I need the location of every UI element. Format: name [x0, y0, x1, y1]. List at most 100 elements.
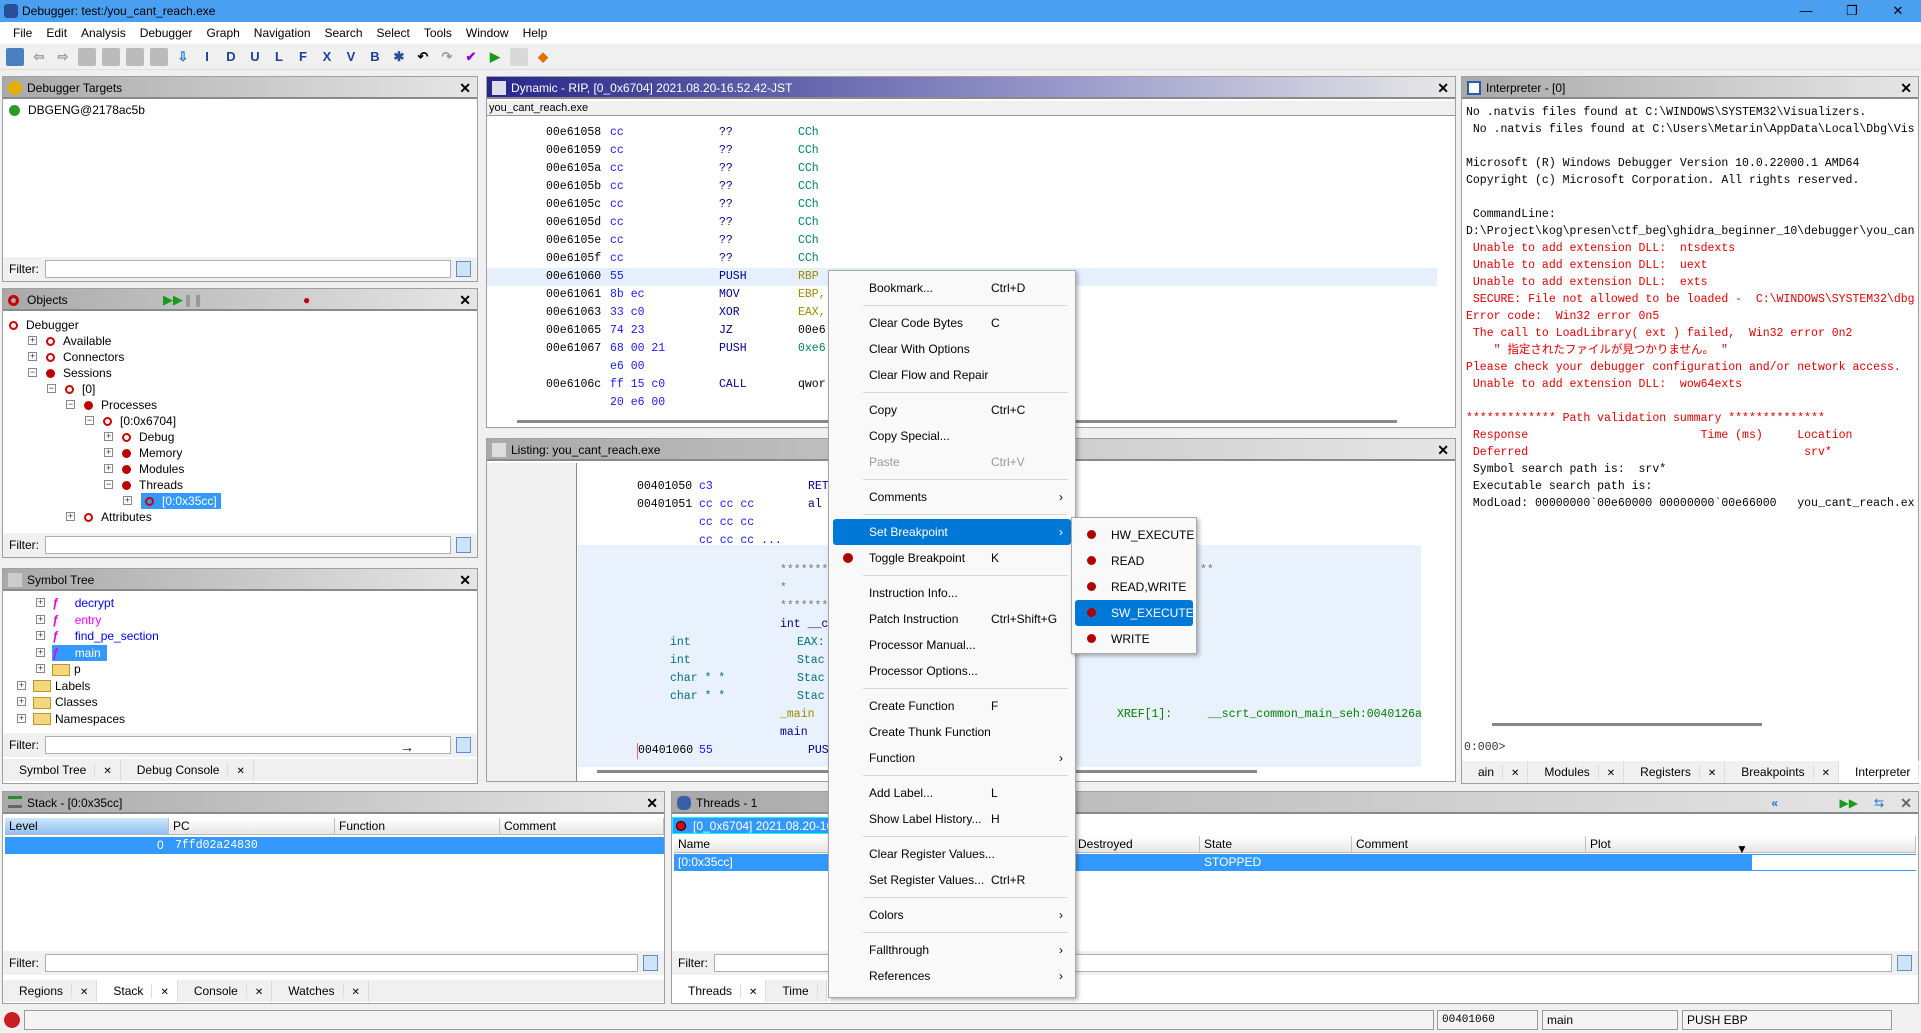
menu-item-paste[interactable]: Paste Ctrl+V [833, 449, 1071, 475]
close-icon[interactable]: ✕ [459, 77, 471, 99]
menu-item-patch-instruction[interactable]: Patch Instruction Ctrl+Shift+G [833, 606, 1071, 632]
filter-input[interactable] [45, 536, 451, 554]
expand-toggle[interactable]: + [36, 614, 45, 624]
resume-icon[interactable]: ▶▶ [1840, 792, 1858, 814]
close-tab-icon[interactable]: ✕ [1607, 768, 1615, 779]
tree-node[interactable]: Attributes [84, 509, 152, 525]
menu-item-create-function[interactable]: Create Function F [833, 693, 1071, 719]
prev-data-icon[interactable] [126, 47, 144, 66]
back-icon[interactable]: ⇦ [30, 48, 48, 66]
close-icon[interactable]: ✕ [459, 289, 471, 311]
expand-toggle[interactable]: + [104, 448, 113, 457]
breakpoint-icon[interactable]: ● [303, 289, 310, 311]
expand-toggle[interactable]: − [104, 480, 113, 489]
run-icon[interactable]: ▶ [486, 48, 504, 66]
nav-d-icon[interactable]: D [222, 48, 240, 66]
expand-toggle[interactable]: + [36, 631, 45, 640]
menu-analysis[interactable]: Analysis [74, 26, 133, 40]
next-data-icon[interactable] [150, 47, 168, 66]
tree-node[interactable]: [0] [65, 381, 95, 397]
close-tab-icon[interactable]: ✕ [160, 987, 168, 998]
tree-node[interactable]: Memory [122, 445, 182, 461]
menu-item-processor-manual[interactable]: Processor Manual... [833, 632, 1071, 658]
tab-ain[interactable]: ain ✕ [1462, 761, 1529, 783]
nav-i-icon[interactable]: I [198, 48, 216, 66]
expand-toggle[interactable]: + [28, 336, 37, 345]
tree-node[interactable]: Debug [122, 429, 174, 445]
seek-back-icon[interactable]: « [1771, 792, 1778, 814]
symbol-node[interactable]: ƒ entry [52, 612, 101, 628]
nav-l-icon[interactable]: L [270, 48, 288, 66]
tab-modules[interactable]: Modules ✕ [1528, 761, 1625, 783]
filter-input[interactable] [45, 954, 638, 972]
tree-node[interactable]: Connectors [46, 349, 124, 365]
menu-graph[interactable]: Graph [199, 26, 246, 40]
expand-toggle[interactable]: − [47, 384, 56, 393]
expand-toggle[interactable]: + [66, 512, 75, 521]
column-header-function[interactable]: Function [335, 818, 500, 835]
expand-toggle[interactable]: − [66, 400, 75, 409]
close-tab-icon[interactable]: ✕ [103, 766, 111, 777]
menu-window[interactable]: Window [459, 26, 516, 40]
expand-toggle[interactable]: + [17, 697, 26, 706]
tree-node[interactable]: Sessions [46, 365, 112, 381]
column-header-level[interactable]: Level [5, 818, 169, 835]
menu-item-comments[interactable]: Comments › [833, 484, 1071, 510]
menu-item-clear-register-values[interactable]: Clear Register Values... [833, 841, 1071, 867]
menu-item-processor-options[interactable]: Processor Options... [833, 658, 1071, 684]
menu-select[interactable]: Select [370, 26, 417, 40]
column-header-destroyed[interactable]: Destroyed [1074, 836, 1200, 853]
close-tab-icon[interactable]: ✕ [749, 987, 757, 998]
tab-watches[interactable]: Watches ✕ [272, 980, 369, 1002]
expand-toggle[interactable]: − [85, 416, 94, 425]
debugger-bug-icon[interactable]: ✱ [390, 48, 408, 66]
menu-item-toggle-breakpoint[interactable]: Toggle Breakpoint K [833, 545, 1071, 571]
column-header-plot[interactable]: Plot [1586, 836, 1916, 853]
expand-toggle[interactable]: + [123, 496, 132, 505]
redo-icon[interactable]: ↷ [438, 48, 456, 66]
filter-input[interactable] [45, 736, 451, 754]
menu-item-set-breakpoint[interactable]: Set Breakpoint › [833, 519, 1071, 545]
close-tab-icon[interactable]: ✕ [1511, 768, 1519, 779]
tab-regions[interactable]: Regions ✕ [3, 980, 98, 1002]
expand-toggle[interactable]: + [28, 352, 37, 361]
tree-node[interactable]: Available [46, 333, 111, 349]
expand-toggle[interactable]: + [104, 432, 113, 441]
menu-item-copy-special[interactable]: Copy Special... [833, 423, 1071, 449]
filter-options-icon[interactable] [456, 537, 471, 553]
interpreter-input[interactable]: 0:000> [1464, 737, 1916, 759]
submenu-item-read[interactable]: READ [1075, 548, 1193, 574]
expand-toggle[interactable]: + [36, 598, 45, 607]
next-instruction-icon[interactable]: ⇩ [174, 48, 192, 66]
symbol-node[interactable]: Labels [33, 678, 90, 694]
menu-item-colors[interactable]: Colors › [833, 902, 1071, 928]
sync-icon[interactable]: ⇆ [1874, 792, 1884, 814]
menu-item-bookmark[interactable]: Bookmark... Ctrl+D [833, 275, 1071, 301]
close-tab-icon[interactable]: ✕ [255, 987, 263, 998]
filter-options-icon[interactable] [456, 261, 471, 277]
tab-registers[interactable]: Registers ✕ [1624, 761, 1726, 783]
expand-toggle[interactable]: + [36, 647, 45, 657]
expand-toggle[interactable]: + [36, 664, 45, 673]
menu-search[interactable]: Search [318, 26, 370, 40]
script-icon[interactable] [510, 47, 528, 66]
tab-threads[interactable]: Threads ✕ [672, 980, 767, 1002]
menu-item-clear-code-bytes[interactable]: Clear Code Bytes C [833, 310, 1071, 336]
column-header-state[interactable]: State [1200, 836, 1352, 853]
check-icon[interactable]: ✔ [462, 48, 480, 66]
menu-debugger[interactable]: Debugger [133, 26, 200, 40]
target-item[interactable]: DBGENG@2178ac5b [9, 103, 145, 117]
submenu-item-write[interactable]: WRITE [1075, 626, 1193, 652]
tab-stack[interactable]: Stack ✕ [97, 980, 178, 1002]
save-icon[interactable] [6, 47, 24, 66]
symbol-node[interactable]: ƒ decrypt [52, 595, 114, 611]
tree-node[interactable]: Threads [122, 477, 183, 493]
submenu-item-sw-execute[interactable]: SW_EXECUTE [1075, 600, 1194, 626]
symbol-node[interactable]: ƒ main [52, 644, 107, 661]
diamond-icon[interactable]: ◆ [534, 48, 552, 66]
close-tab-icon[interactable]: ✕ [236, 766, 244, 777]
close-tab-icon[interactable]: ✕ [352, 987, 360, 998]
symbol-node[interactable]: p [52, 661, 81, 677]
menu-file[interactable]: File [6, 26, 39, 40]
nav-u-icon[interactable]: U [246, 48, 264, 66]
